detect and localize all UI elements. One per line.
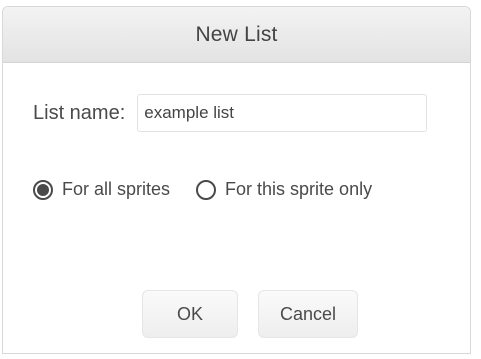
radio-selected-icon[interactable] <box>33 179 53 200</box>
dialog-buttons: OK Cancel <box>142 290 358 338</box>
radio-for-this-sprite-only-label[interactable]: For this sprite only <box>225 179 372 200</box>
dialog-titlebar[interactable]: New List <box>3 7 470 63</box>
radio-for-this-sprite-only[interactable]: For this sprite only <box>196 179 372 200</box>
new-list-dialog: New List List name: For all sprites For … <box>2 6 471 354</box>
scope-radio-group: For all sprites For this sprite only <box>33 179 372 200</box>
radio-unselected-icon[interactable] <box>196 179 217 200</box>
list-name-label: List name: <box>33 101 126 124</box>
dialog-title: New List <box>195 22 278 46</box>
radio-for-all-sprites[interactable]: For all sprites <box>33 179 170 200</box>
ok-button[interactable]: OK <box>142 290 238 338</box>
radio-dot <box>37 183 49 196</box>
cancel-button[interactable]: Cancel <box>258 290 358 338</box>
list-name-row: List name: <box>33 94 428 132</box>
list-name-input[interactable] <box>137 94 428 132</box>
radio-for-all-sprites-label[interactable]: For all sprites <box>62 179 170 200</box>
